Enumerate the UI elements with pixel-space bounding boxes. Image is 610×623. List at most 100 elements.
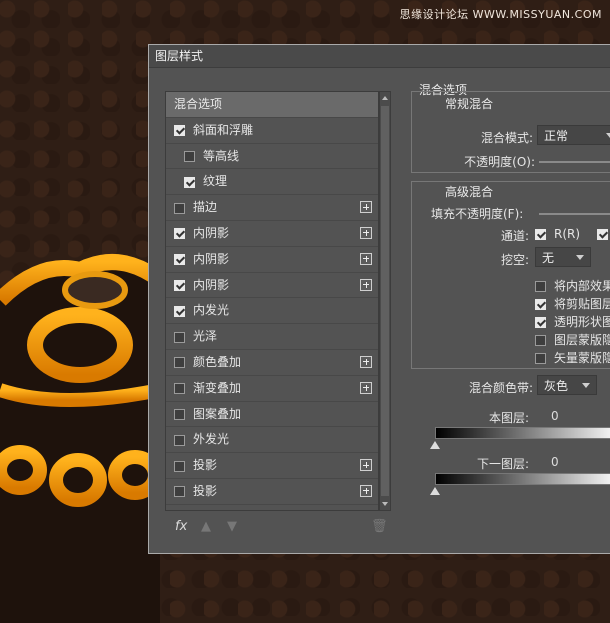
effect-label: 光泽 — [193, 329, 218, 344]
effect-item[interactable]: 投影 — [166, 479, 378, 505]
effect-item[interactable]: 内发光 — [166, 298, 378, 325]
effect-checkbox[interactable] — [174, 279, 185, 291]
blend-mode-value: 正常 — [544, 129, 569, 143]
channel-g-checkbox[interactable] — [597, 227, 610, 241]
channels-label: 通道: — [500, 229, 529, 243]
blending-options-panel: 混合选项 常规混合 混合模式: 正常 不透明度(O): 高级混合 填充不透明度(… — [411, 81, 610, 551]
checkbox-icon — [535, 299, 546, 310]
effect-checkbox[interactable] — [174, 460, 185, 472]
add-effect-plus-icon[interactable] — [360, 459, 372, 472]
fx-menu-button[interactable]: fx — [175, 519, 187, 534]
add-effect-plus-icon[interactable] — [360, 278, 372, 291]
this-layer-gradient — [435, 427, 610, 439]
blending-options-item[interactable]: 混合选项 — [166, 92, 378, 118]
effect-item[interactable]: 颜色叠加 — [166, 350, 378, 376]
advanced-option-label: 将内部效果 — [554, 279, 610, 293]
effect-item[interactable]: 光泽 — [166, 324, 378, 350]
advanced-option-checkbox[interactable]: 图层蒙版隐 — [535, 331, 610, 348]
effect-checkbox[interactable] — [174, 254, 185, 266]
blend-mode-select[interactable]: 正常 — [537, 125, 610, 145]
advanced-option-label: 矢量蒙版隐 — [554, 351, 610, 365]
effect-checkbox[interactable] — [174, 228, 185, 240]
effect-label: 纹理 — [203, 174, 228, 189]
this-layer-value: 0 — [551, 409, 559, 423]
add-effect-plus-icon[interactable] — [360, 355, 372, 368]
effect-checkbox[interactable] — [174, 125, 185, 137]
checkbox-icon — [597, 229, 608, 240]
effect-checkbox[interactable] — [174, 305, 185, 317]
effect-label: 颜色叠加 — [193, 354, 242, 369]
scroll-up-icon[interactable] — [382, 96, 388, 100]
blend-if-label: 混合颜色带: — [468, 381, 533, 395]
effect-item[interactable]: 等高线 — [166, 144, 378, 170]
effect-item[interactable]: 内阴影 — [166, 247, 378, 273]
general-blending-title: 常规混合 — [441, 95, 498, 112]
scroll-thumb[interactable] — [381, 106, 389, 496]
effect-label: 内阴影 — [193, 225, 230, 240]
add-effect-plus-icon[interactable] — [360, 381, 372, 394]
underlying-layer-value: 0 — [551, 455, 559, 469]
advanced-option-label: 透明形状图 — [554, 315, 610, 329]
effect-checkbox[interactable] — [174, 383, 185, 395]
underlying-layer-gradient — [435, 473, 610, 485]
effect-label: 外发光 — [193, 432, 230, 447]
effect-item[interactable]: 描边 — [166, 195, 378, 221]
scroll-down-icon[interactable] — [382, 502, 388, 506]
add-effect-plus-icon[interactable] — [360, 201, 372, 214]
effect-checkbox[interactable] — [174, 202, 185, 214]
effect-item[interactable]: 内阴影 — [166, 221, 378, 247]
fill-opacity-slider[interactable] — [539, 213, 610, 215]
checkbox-icon — [535, 335, 546, 346]
advanced-option-checkbox[interactable]: 将内部效果 — [535, 277, 610, 294]
channel-r-label: R(R) — [554, 227, 581, 241]
advanced-option-checkbox[interactable]: 矢量蒙版隐 — [535, 349, 610, 366]
dialog-title[interactable]: 图层样式 — [149, 45, 610, 68]
effect-checkbox[interactable] — [174, 357, 185, 369]
chevron-down-icon — [582, 383, 590, 388]
layer-style-dialog: 图层样式 混合选项 斜面和浮雕 等高线 纹理 描边 内阴影 内阴影 内阴影 内发光 光泽 颜色叠加渐… — [148, 44, 610, 554]
effects-list: 混合选项 斜面和浮雕 等高线 纹理 描边 内阴影 内阴影 内阴影 内发光 光泽 颜色叠加 渐变叠加 图案… — [165, 91, 379, 511]
effect-label: 渐变叠加 — [193, 380, 242, 395]
effect-checkbox[interactable] — [184, 151, 195, 162]
effect-checkbox[interactable] — [174, 434, 185, 446]
add-effect-plus-icon[interactable] — [360, 484, 372, 497]
effect-item[interactable]: 外发光 — [166, 427, 378, 454]
checkbox-icon — [535, 353, 546, 364]
effects-toolbar: fx ▲ ▼ 🗑 — [165, 519, 391, 541]
effect-checkbox[interactable] — [184, 176, 195, 188]
effect-checkbox[interactable] — [174, 486, 185, 498]
effect-item[interactable]: 渐变叠加 — [166, 376, 378, 402]
effect-label: 内阴影 — [193, 277, 230, 292]
effect-item[interactable]: 投影 — [166, 453, 378, 479]
advanced-option-checkbox[interactable]: 透明形状图 — [535, 313, 610, 330]
effect-item[interactable]: 图案叠加 — [166, 402, 378, 428]
effect-checkbox[interactable] — [174, 331, 185, 343]
checkbox-icon — [535, 229, 546, 240]
opacity-slider[interactable] — [539, 161, 610, 163]
effects-scrollbar[interactable] — [379, 91, 391, 511]
checkbox-icon — [535, 281, 546, 292]
knockout-select[interactable]: 无 — [535, 247, 591, 267]
underlying-layer-black-handle[interactable] — [430, 487, 440, 495]
site-watermark: 思缘设计论坛 WWW.MISSYUAN.COM — [399, 8, 602, 21]
knockout-label: 挖空: — [500, 253, 529, 267]
advanced-option-checkbox[interactable]: 将剪贴图层 — [535, 295, 610, 312]
add-effect-plus-icon[interactable] — [360, 252, 372, 265]
advanced-option-label: 将剪贴图层 — [554, 297, 610, 311]
advanced-option-label: 图层蒙版隐 — [554, 333, 610, 347]
this-layer-black-handle[interactable] — [430, 441, 440, 449]
add-effect-plus-icon[interactable] — [360, 226, 372, 239]
move-down-icon[interactable]: ▼ — [227, 519, 237, 534]
effect-label: 内发光 — [193, 303, 230, 318]
fill-opacity-label: 填充不透明度(F): — [431, 207, 524, 221]
move-up-icon[interactable]: ▲ — [201, 519, 211, 534]
blend-if-select[interactable]: 灰色 — [537, 375, 597, 395]
knockout-value: 无 — [542, 251, 555, 265]
effect-item[interactable]: 斜面和浮雕 — [166, 118, 378, 144]
effect-item[interactable]: 纹理 — [166, 169, 378, 196]
trash-icon[interactable]: 🗑 — [371, 519, 388, 534]
effect-item[interactable]: 内阴影 — [166, 273, 378, 299]
effect-label: 等高线 — [203, 148, 240, 163]
effect-checkbox[interactable] — [174, 408, 185, 420]
channel-r-checkbox[interactable]: R(R) — [535, 227, 580, 241]
